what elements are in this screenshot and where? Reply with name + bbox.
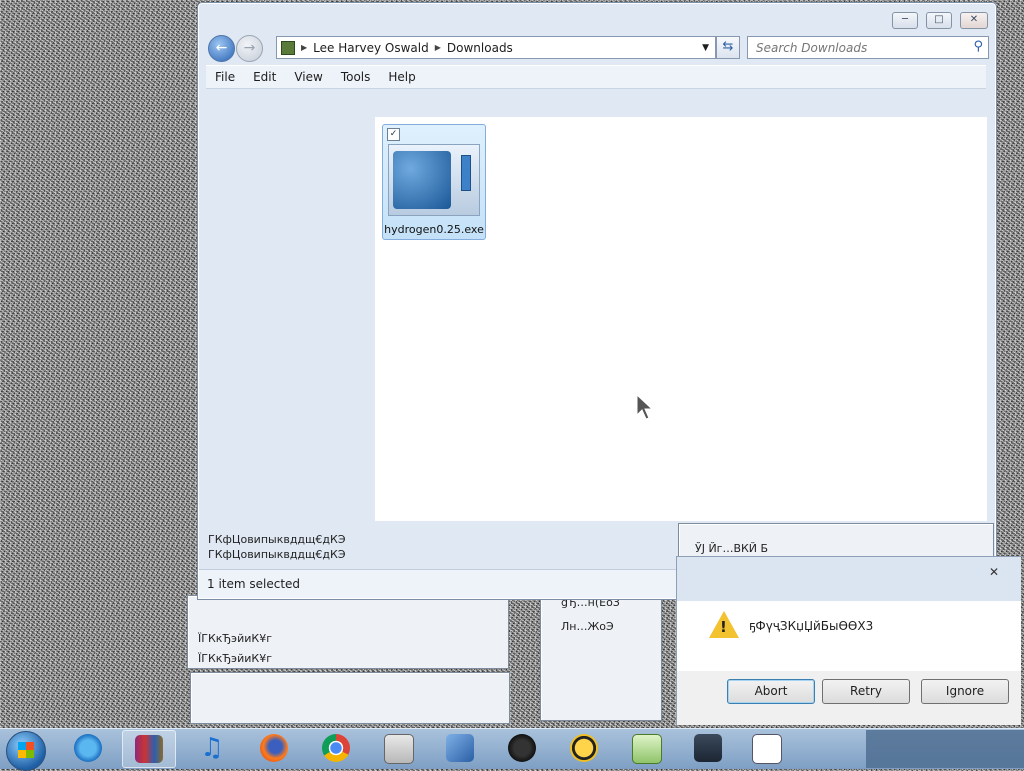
taskbar-media-player[interactable] bbox=[558, 730, 610, 766]
search-icon[interactable]: ⚲ bbox=[973, 39, 983, 54]
notepad-plus-plus-icon bbox=[632, 734, 662, 764]
menu-edit[interactable]: Edit bbox=[244, 70, 285, 84]
close-icon[interactable]: ✕ bbox=[985, 565, 1003, 579]
breadcrumb-user[interactable]: Lee Harvey Oswald bbox=[313, 41, 429, 55]
ghost-garble-1: ГКфЦовипыквддщ€дКЭ bbox=[208, 533, 346, 546]
taskbar-internet-explorer[interactable] bbox=[62, 730, 114, 766]
menu-help[interactable]: Help bbox=[379, 70, 424, 84]
forward-button[interactable]: → bbox=[236, 35, 263, 62]
chrome-icon bbox=[322, 734, 350, 762]
address-bar[interactable]: ▶ Lee Harvey Oswald ▶ Downloads ▼ bbox=[276, 36, 716, 59]
system-tray[interactable] bbox=[866, 730, 1024, 768]
ghost-garble-4: ЇГКкЂэйиК¥г bbox=[198, 652, 272, 665]
folder-icon bbox=[281, 40, 295, 55]
chevron-down-icon[interactable]: ▼ bbox=[702, 43, 709, 53]
file-name-label: hydrogen0.25.exe bbox=[384, 223, 484, 236]
menu-view[interactable]: View bbox=[285, 70, 331, 84]
taskbar-document-editor[interactable] bbox=[740, 730, 792, 766]
menu-tools[interactable]: Tools bbox=[332, 70, 380, 84]
taskbar-paint[interactable] bbox=[496, 730, 548, 766]
winrar-icon bbox=[135, 735, 163, 763]
maximize-button[interactable]: □ bbox=[926, 12, 952, 29]
internet-explorer-icon bbox=[74, 734, 102, 762]
breadcrumb-downloads[interactable]: Downloads bbox=[447, 41, 513, 55]
refresh-button[interactable]: ⇆ bbox=[716, 36, 740, 59]
installer-icon bbox=[388, 144, 480, 216]
firefox-icon bbox=[260, 734, 288, 762]
taskbar-winrar[interactable] bbox=[122, 730, 176, 768]
error-dialog: ✕ ! ҕФүҷЗКџЏйБыѲѲХ3 Abort Retry Ignore bbox=[676, 556, 1021, 725]
explorer-window: ─ □ ✕ ← → ▶ Lee Harvey Oswald ▶ Download… bbox=[197, 2, 997, 600]
java-icon bbox=[384, 734, 414, 764]
minimize-button[interactable]: ─ bbox=[892, 12, 918, 29]
taskbar-notepad-plus-plus[interactable] bbox=[620, 730, 672, 766]
menu-bar: File Edit View Tools Help bbox=[206, 65, 986, 89]
retry-button[interactable]: Retry bbox=[822, 679, 910, 704]
chevron-right-icon: ▶ bbox=[434, 43, 441, 52]
back-button[interactable]: ← bbox=[208, 35, 235, 62]
taskbar-itunes[interactable]: ♫ bbox=[186, 730, 238, 766]
search-input[interactable] bbox=[754, 40, 968, 56]
paint-bucket-icon bbox=[508, 734, 536, 762]
taskbar-pos-terminal[interactable] bbox=[682, 730, 734, 766]
ghost-window-bottom-2 bbox=[190, 672, 510, 724]
status-text: 1 item selected bbox=[207, 577, 301, 591]
ignore-button[interactable]: Ignore bbox=[921, 679, 1009, 704]
chevron-right-icon: ▶ bbox=[301, 43, 308, 52]
media-player-icon bbox=[570, 734, 598, 762]
taskbar-chrome[interactable] bbox=[310, 730, 362, 766]
installer-icon bbox=[446, 734, 474, 762]
ghost-garble-7: Лн…ЖоЭ bbox=[561, 620, 614, 633]
ghost-dialog-strip: ЎЈ Йг…ВКЙ Б bbox=[678, 523, 994, 557]
dialog-body: ! ҕФүҷЗКџЏйБыѲѲХ3 bbox=[677, 601, 1021, 671]
ghost-window-bottom: ЇГКкЂэйиК¥г ЇГКкЂэйиК¥г bbox=[187, 595, 509, 669]
close-button[interactable]: ✕ bbox=[960, 12, 988, 29]
ghost-garble-5: ЎЈ Йг…ВКЙ Б bbox=[695, 542, 769, 555]
abort-button[interactable]: Abort bbox=[727, 679, 815, 704]
file-item-hydrogen[interactable]: ✓ hydrogen0.25.exe bbox=[382, 124, 486, 240]
checkbox[interactable]: ✓ bbox=[387, 128, 400, 141]
exclamation-icon: ! bbox=[720, 618, 727, 636]
music-note-icon: ♫ bbox=[200, 733, 224, 763]
menu-file[interactable]: File bbox=[206, 70, 244, 84]
taskbar-installer[interactable] bbox=[434, 730, 486, 766]
mouse-cursor-icon bbox=[636, 394, 654, 420]
document-icon bbox=[752, 734, 782, 764]
ghost-garble-3: ЇГКкЂэйиК¥г bbox=[198, 632, 272, 645]
taskbar-java[interactable] bbox=[372, 730, 424, 766]
taskbar: ♫ bbox=[0, 728, 1024, 771]
dialog-titlebar: ✕ bbox=[677, 557, 1021, 601]
search-box[interactable]: ⚲ bbox=[747, 36, 989, 59]
taskbar-firefox[interactable] bbox=[248, 730, 300, 766]
ghost-window-bottom-right: gЂ…н(ЁоЗ Лн…ЖоЭ bbox=[540, 595, 662, 721]
start-button[interactable] bbox=[6, 731, 46, 771]
pos-terminal-icon bbox=[694, 734, 722, 762]
dialog-message: ҕФүҷЗКџЏйБыѲѲХ3 bbox=[749, 619, 874, 633]
windows-logo-icon bbox=[18, 742, 34, 758]
ghost-garble-2: ГКфЦовипыквддщ€дКЭ bbox=[208, 548, 346, 561]
